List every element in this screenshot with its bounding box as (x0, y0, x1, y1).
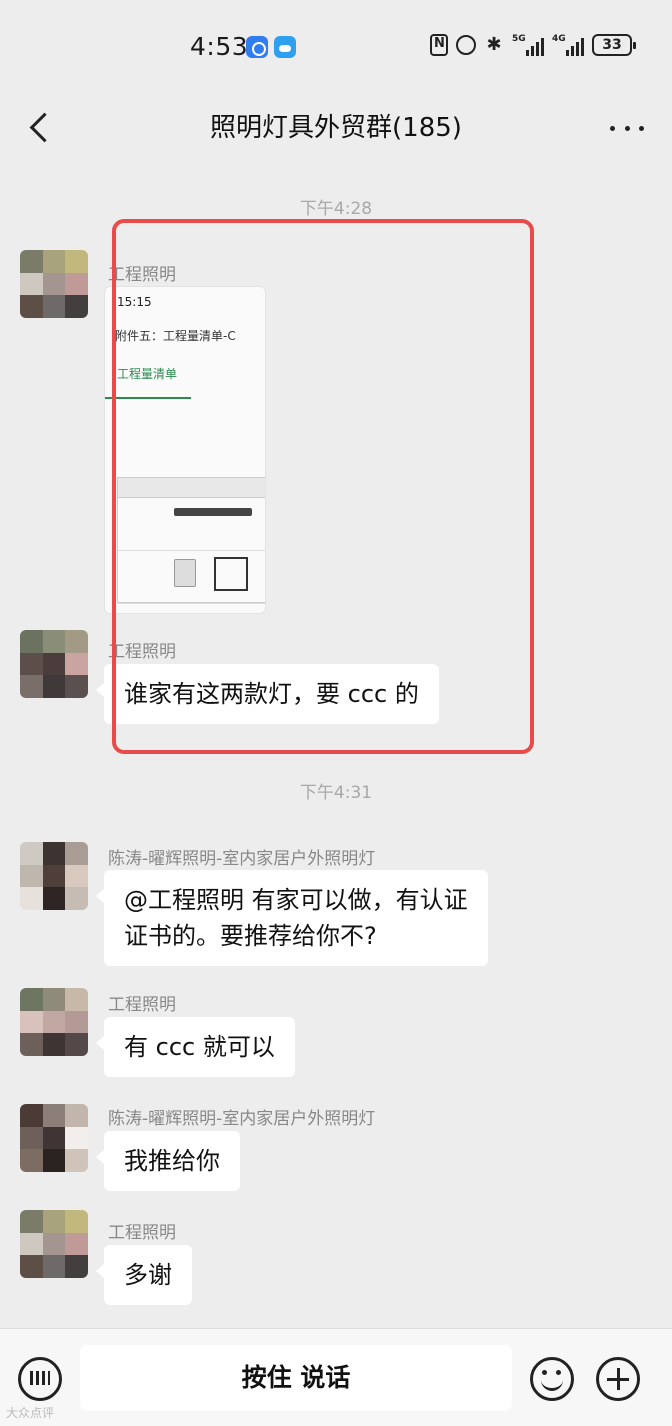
keyboard-icon[interactable] (18, 1357, 62, 1401)
watermark: 大众点评 (6, 1406, 55, 1420)
message-bubble[interactable]: 我推给你 (96, 1131, 240, 1191)
hold-to-talk-button[interactable]: 按住 说话 (80, 1345, 512, 1411)
avatar[interactable] (20, 250, 88, 318)
message-bubble[interactable]: 谁家有这两款灯，要 ccc 的 (96, 664, 439, 724)
sender-name: 工程照明 (108, 642, 176, 662)
message-text: 多谢 (124, 1261, 172, 1289)
sender-name: 陈涛-曜辉照明-室内家居户外照明灯 (108, 849, 376, 869)
nfc-icon (430, 34, 448, 56)
thumbnail-table (117, 477, 265, 604)
avatar[interactable] (20, 842, 88, 910)
status-time: 4:53 (190, 32, 249, 61)
timestamp: 下午4:31 (299, 783, 373, 803)
chat-header: 照明灯具外贸群(185) (0, 95, 672, 165)
thumbnail-tab: 工程量清单 (117, 367, 178, 381)
sender-name: 陈涛-曜辉照明-室内家居户外照明灯 (108, 1109, 376, 1129)
weather-notification-icon (274, 36, 296, 58)
message-text: 有 ccc 就可以 (124, 1033, 275, 1061)
status-bar: 4:53 ✱ 5G 4G 33 (0, 0, 672, 95)
plus-icon[interactable] (596, 1357, 640, 1401)
avatar[interactable] (20, 988, 88, 1056)
bluetooth-icon: ✱ (486, 34, 502, 55)
message-bubble[interactable]: @工程照明 有家可以做，有认证 证书的。要推荐给你不? (96, 870, 488, 966)
message-text-line: 证书的。要推荐给你不? (124, 922, 377, 950)
input-bar: 按住 说话 (0, 1328, 672, 1426)
avatar[interactable] (20, 630, 88, 698)
signal-5g-icon: 5G (512, 34, 544, 56)
thumbnail-heading: 附件五：工程量清单-C (115, 329, 236, 343)
alarm-icon (456, 35, 476, 55)
more-options-icon[interactable] (610, 111, 644, 145)
signal-4g-icon: 4G (552, 34, 584, 56)
sender-name: 工程照明 (108, 1223, 176, 1243)
message-bubble[interactable]: 有 ccc 就可以 (96, 1017, 295, 1077)
message-text-line: @工程照明 有家可以做，有认证 (124, 886, 468, 914)
timestamp: 下午4:28 (299, 199, 373, 219)
message-text: 谁家有这两款灯，要 ccc 的 (124, 680, 419, 708)
image-message[interactable]: 15:15 附件五：工程量清单-C 工程量清单 (104, 286, 266, 614)
avatar[interactable] (20, 1104, 88, 1172)
chat-title: 照明灯具外贸群(185) (210, 113, 462, 143)
app-notification-icon (246, 36, 268, 58)
thumbnail-time: 15:15 (117, 295, 152, 309)
battery-icon: 33 (592, 34, 636, 56)
message-text: 我推给你 (124, 1147, 220, 1175)
sender-name: 工程照明 (108, 995, 176, 1015)
avatar[interactable] (20, 1210, 88, 1278)
sender-name: 工程照明 (108, 265, 176, 285)
thumbnail-tab-underline (105, 397, 191, 399)
emoji-icon[interactable] (530, 1357, 574, 1401)
message-bubble[interactable]: 多谢 (96, 1245, 192, 1305)
